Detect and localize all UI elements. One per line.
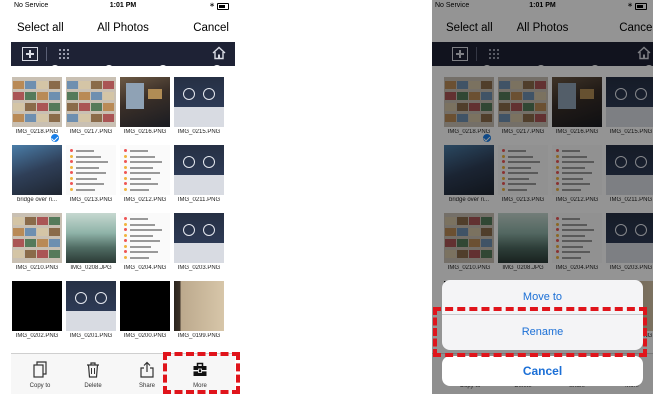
photo-thumbnail	[12, 213, 62, 263]
unchecked-circle-icon[interactable]	[212, 65, 222, 75]
unchecked-circle-icon[interactable]	[158, 133, 168, 143]
photo-thumbnail	[12, 145, 62, 195]
photo-browser-screen: No Service 1:01 PM ∗ Select all All Phot…	[11, 0, 235, 394]
photo-thumbnail	[66, 145, 116, 195]
unchecked-circle-icon[interactable]	[50, 65, 60, 75]
unchecked-circle-icon[interactable]	[212, 133, 222, 143]
checked-icon[interactable]	[50, 133, 60, 143]
photo-thumbnail	[174, 281, 224, 331]
copy-to-label: Copy to	[29, 383, 51, 389]
battery-icon	[217, 3, 229, 10]
nav-bar: Select all All Photos Cancel	[11, 14, 235, 42]
share-icon	[140, 361, 154, 378]
toolbar	[11, 42, 235, 66]
photo-thumbnail	[12, 281, 62, 331]
unchecked-circle-icon[interactable]	[50, 269, 60, 279]
photo-thumbnail	[66, 77, 116, 127]
photo-thumbnail	[12, 77, 62, 127]
unchecked-circle-icon[interactable]	[104, 269, 114, 279]
home-icon[interactable]	[212, 46, 226, 65]
copy-to-button[interactable]: Copy to	[15, 354, 65, 394]
photo-thumbnail	[174, 145, 224, 195]
photo-filename: IMG_0202.PNG	[15, 333, 59, 339]
photo-thumbnail	[174, 77, 224, 127]
photo-filename: IMG_0200.PNG	[123, 333, 167, 339]
copy-icon	[33, 361, 47, 378]
trash-icon	[87, 362, 99, 378]
grid-view-icon[interactable]	[58, 48, 70, 60]
unchecked-circle-icon[interactable]	[104, 201, 114, 211]
unchecked-circle-icon[interactable]	[212, 201, 222, 211]
unchecked-circle-icon[interactable]	[158, 65, 168, 75]
bluetooth-icon: ∗	[209, 2, 215, 9]
more-highlight	[163, 352, 240, 394]
delete-label: Delete	[84, 383, 102, 389]
photo-filename: IMG_0201.PNG	[69, 333, 113, 339]
photo-thumbnail	[120, 145, 170, 195]
delete-button[interactable]: Delete	[68, 354, 118, 394]
rename-highlight	[433, 307, 647, 357]
photo-filename: IMG_0199.PNG	[177, 333, 221, 339]
add-folder-icon[interactable]	[22, 47, 38, 61]
photo-thumbnail	[120, 77, 170, 127]
photo-thumbnail	[66, 281, 116, 331]
unchecked-circle-icon[interactable]	[104, 65, 114, 75]
unchecked-circle-icon[interactable]	[104, 133, 114, 143]
unchecked-circle-icon[interactable]	[212, 269, 222, 279]
photo-thumbnail	[120, 281, 170, 331]
unchecked-circle-icon[interactable]	[50, 201, 60, 211]
action-sheet-cancel-button[interactable]: Cancel	[442, 356, 643, 386]
unchecked-circle-icon[interactable]	[158, 269, 168, 279]
photo-thumbnail	[174, 213, 224, 263]
status-bar: No Service 1:01 PM ∗	[11, 0, 235, 13]
unchecked-circle-icon[interactable]	[158, 201, 168, 211]
photo-thumbnail	[120, 213, 170, 263]
cancel-button[interactable]: Cancel	[193, 22, 229, 34]
photo-thumbnail	[66, 213, 116, 263]
clock: 1:01 PM	[109, 2, 137, 9]
toolbar-divider	[46, 47, 47, 61]
